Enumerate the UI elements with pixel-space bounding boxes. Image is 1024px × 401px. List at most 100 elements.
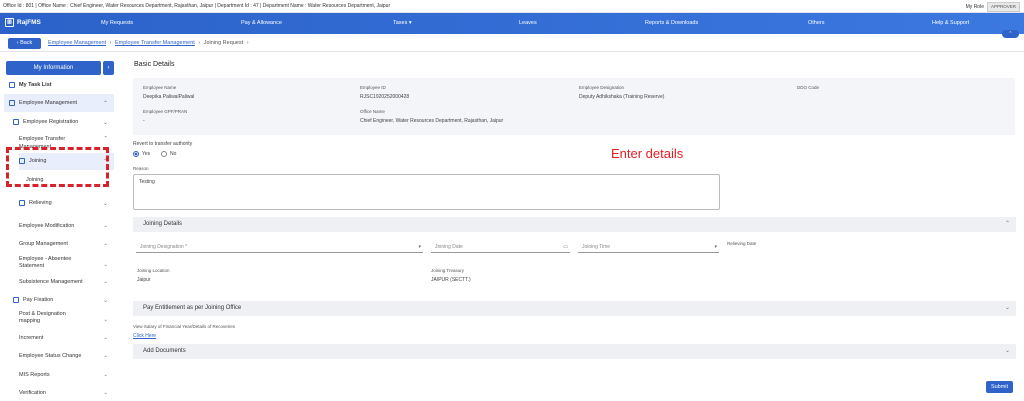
task-list-icon <box>9 82 15 88</box>
nav-my-requests[interactable]: My Requests <box>101 20 133 26</box>
submit-button[interactable]: Submit <box>986 381 1013 393</box>
sidebar-item-employee-modification[interactable]: Employee Modification ⌄ <box>19 223 114 229</box>
office-info-bar: Office Id : 801 | Office Name : Chief En… <box>0 0 1024 13</box>
chevron-down-icon: ⌄ <box>102 119 108 126</box>
dropdown-arrow-icon: ▾ <box>418 244 421 250</box>
joining-details-header[interactable]: Joining Details ⌃ <box>133 217 1016 232</box>
my-information-button[interactable]: My Information <box>6 61 101 75</box>
breadcrumb-employee-transfer[interactable]: Employee Transfer Management <box>115 40 195 46</box>
chevron-down-icon: ⌄ <box>103 335 108 341</box>
employee-id-label: Employee ID <box>360 85 386 90</box>
employee-name-label: Employee Name <box>143 85 177 90</box>
sidebar-item-verification[interactable]: Verification ⌄ <box>19 390 114 396</box>
gpf-value: - <box>143 118 145 124</box>
joining-date-input[interactable]: Joining Date ▭ <box>431 242 570 253</box>
relieving-icon <box>19 200 25 206</box>
chevron-down-icon: ⌄ <box>103 241 108 247</box>
salary-details-label: View Salary of Financial Year/Details of… <box>133 324 235 329</box>
dropdown-arrow-icon: ▾ <box>714 244 717 250</box>
office-name-label: Office Name <box>360 109 385 114</box>
sidebar-item-increment[interactable]: Increment ⌄ <box>19 335 114 341</box>
reason-label: Reason <box>133 166 149 171</box>
joining-location-label: Joining Location <box>137 268 170 273</box>
chevron-down-icon: ⌄ <box>103 353 108 359</box>
calendar-icon[interactable]: ▭ <box>563 242 568 253</box>
add-documents-header[interactable]: Add Documents ⌄ <box>133 344 1016 359</box>
scroll-up-button[interactable]: ⌃ <box>1002 30 1019 38</box>
chevron-down-icon: ⌄ <box>103 279 108 285</box>
joining-annotation-box <box>6 147 109 187</box>
pay-fixation-icon <box>13 297 19 303</box>
sidebar-item-employee-registration[interactable]: Employee Registration ⌄ <box>4 119 114 126</box>
joining-designation-select[interactable]: Joining Designation * ▾ <box>136 242 423 253</box>
sidebar-item-status-change[interactable]: Employee Status Change ⌄ <box>19 353 114 359</box>
radio-no[interactable]: No <box>161 151 176 157</box>
designation-label: Employee Designation <box>579 85 625 90</box>
role-badge[interactable]: APPROVER <box>986 2 1020 12</box>
nav-others[interactable]: Others <box>808 20 825 26</box>
chevron-up-icon: ⌃ <box>1004 221 1010 227</box>
office-name-value: Chief Engineer, Water Resources Departme… <box>360 118 504 124</box>
sidebar-item-mis-reports[interactable]: MIS Reports ⌄ <box>19 372 114 378</box>
main-navbar: ▥ RajFMS My Requests Pay & Allowance Tax… <box>0 13 1024 34</box>
breadcrumb-joining-request: Joining Request <box>203 40 244 46</box>
sidebar-item-absentee-statement[interactable]: Employee - Absentee Statement ⌄ <box>19 256 114 270</box>
employee-name-value: Deepika PaliwalPaliwal <box>143 94 195 100</box>
chevron-down-icon: ⌄ <box>103 223 108 229</box>
joining-location-value: Jaipur <box>137 277 151 283</box>
chevron-down-icon: ⌄ <box>103 390 108 396</box>
pay-entitlement-header[interactable]: Pay Entitlement as per Joining Office ⌄ <box>133 301 1016 316</box>
nav-pay-allowance[interactable]: Pay & Allowance <box>241 20 282 26</box>
enter-details-annotation: Enter details <box>611 146 684 161</box>
chevron-down-icon: ⌄ <box>103 317 108 323</box>
chevron-down-icon: ⌄ <box>1004 348 1010 354</box>
nav-help-support[interactable]: Help & Support <box>932 20 969 26</box>
employee-management-icon <box>9 100 15 106</box>
breadcrumb-bar: ‹ Back Employee Management › Employee Tr… <box>0 34 1024 52</box>
ddo-code-label: DDO Code <box>797 85 820 90</box>
reason-textarea[interactable]: Testing <box>133 174 720 210</box>
app-name: RajFMS <box>17 19 41 26</box>
sidebar: My Information ‹ My Task List Employee M… <box>4 57 114 401</box>
sidebar-item-subsistence[interactable]: Subsistence Management ⌄ <box>19 279 114 285</box>
sidebar-item-post-designation[interactable]: Post & Designation mapping ⌄ <box>19 311 114 325</box>
radio-checked-icon <box>133 151 139 157</box>
click-here-link[interactable]: Click Here <box>133 333 156 339</box>
gpf-label: Employee GPF/PRAN <box>143 109 188 114</box>
main-content: Basic Details Employee Name Deepika Pali… <box>128 55 1020 401</box>
collapse-sidebar-button[interactable]: ‹ <box>103 61 114 75</box>
breadcrumb: Employee Management › Employee Transfer … <box>48 40 249 46</box>
chevron-down-icon: ⌄ <box>1004 305 1010 311</box>
revert-authority-label: Revert to transfer authority <box>133 141 193 147</box>
basic-details-title: Basic Details <box>134 61 175 68</box>
logo-icon: ▥ <box>5 18 14 27</box>
role-label: My Role <box>965 4 984 10</box>
chevron-down-icon: ⌄ <box>103 262 108 268</box>
designation-value: Deputy Adhikshaka (Training Reserve) <box>579 94 665 100</box>
radio-unchecked-icon <box>161 151 167 157</box>
employee-id-value: RJSC1920252000428 <box>360 94 410 100</box>
nav-taxes[interactable]: Taxes ▾ <box>393 20 412 26</box>
office-info-text: Office Id : 801 | Office Name : Chief En… <box>3 3 391 9</box>
radio-yes[interactable]: Yes <box>133 151 150 157</box>
employee-info-card: Employee Name Deepika PaliwalPaliwal Emp… <box>133 78 1015 135</box>
chevron-up-icon: ⌃ <box>102 100 108 107</box>
joining-treasury-value: JAIPUR (SECTT.) <box>431 277 471 283</box>
nav-reports-downloads[interactable]: Reports & Downloads <box>645 20 698 26</box>
app-logo[interactable]: ▥ RajFMS <box>5 18 41 27</box>
joining-time-select[interactable]: Joining Time ▾ <box>578 242 719 253</box>
sidebar-item-employee-management[interactable]: Employee Management ⌃ <box>4 94 114 112</box>
joining-treasury-label: Joining Treasury <box>431 268 465 273</box>
nav-leaves[interactable]: Leaves <box>519 20 537 26</box>
chevron-down-icon: ⌄ <box>103 372 108 378</box>
sidebar-item-pay-fixation[interactable]: Pay Fixation ⌄ <box>4 297 114 304</box>
sidebar-item-group-management[interactable]: Group Management ⌄ <box>19 241 114 247</box>
chevron-down-icon: ⌄ <box>102 200 108 207</box>
registration-icon <box>13 119 19 125</box>
back-button[interactable]: ‹ Back <box>8 38 41 49</box>
breadcrumb-employee-management[interactable]: Employee Management <box>48 40 106 46</box>
sidebar-item-relieving[interactable]: Relieving ⌄ <box>4 200 114 207</box>
relieving-date-label: Relieving Date <box>727 241 757 246</box>
chevron-up-icon: ⌃ <box>103 136 108 142</box>
sidebar-item-task-list[interactable]: My Task List <box>4 82 114 88</box>
